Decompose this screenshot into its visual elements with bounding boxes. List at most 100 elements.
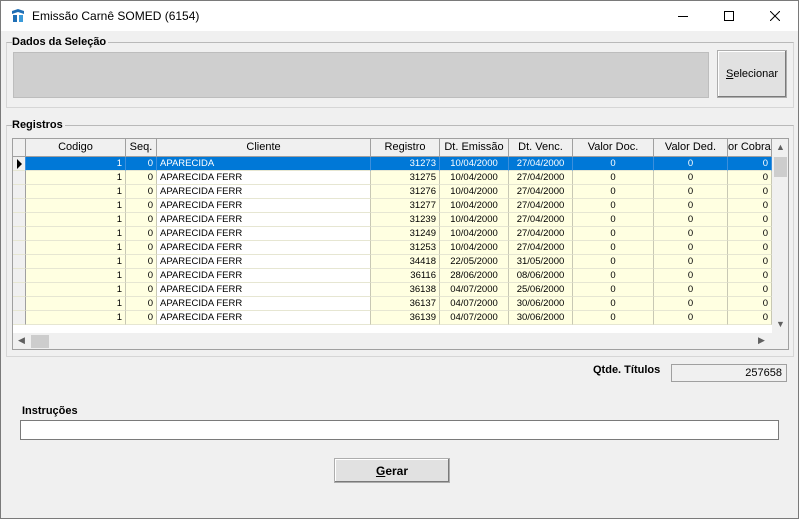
row-indicator[interactable] (13, 269, 26, 283)
gerar-button[interactable]: Gerar (334, 458, 450, 483)
title-bar[interactable]: Emissão Carnê SOMED (6154) (1, 1, 798, 31)
cell-valor-doc: 0 (573, 269, 654, 283)
cell-registro: 36116 (371, 269, 440, 283)
cell-dt-emissao: 10/04/2000 (440, 199, 509, 213)
window-title: Emissão Carnê SOMED (6154) (32, 9, 200, 23)
scroll-up-icon[interactable]: ▲ (776, 142, 785, 152)
cell-registro: 31273 (371, 157, 440, 171)
cell-valor-ded: 0 (654, 227, 728, 241)
table-row[interactable]: 1 0 APARECIDA FERR 36137 04/07/2000 30/06/200… (13, 297, 772, 311)
cell-valor-doc: 0 (573, 185, 654, 199)
vertical-scroll-thumb[interactable] (774, 157, 787, 177)
header-codigo[interactable]: Codigo (26, 139, 126, 157)
table-row[interactable]: 1 0 APARECIDA FERR 31275 10/04/2000 27/04/200… (13, 171, 772, 185)
cell-dt-venc: 27/04/2000 (509, 213, 573, 227)
header-dt-emissao[interactable]: Dt. Emissão (440, 139, 509, 157)
cell-valor-ded: 0 (654, 311, 728, 325)
header-registro[interactable]: Registro (371, 139, 440, 157)
main-window: Emissão Carnê SOMED (6154) Dados da Sele… (0, 0, 799, 519)
cell-cliente: APARECIDA FERR (157, 269, 371, 283)
scroll-left-icon[interactable]: ◀ (18, 335, 25, 346)
cell-valor-ded: 0 (654, 185, 728, 199)
instrucoes-input[interactable] (20, 420, 779, 440)
row-indicator[interactable] (13, 185, 26, 199)
cell-dt-venc: 27/04/2000 (509, 199, 573, 213)
minimize-button[interactable] (660, 1, 706, 31)
header-dt-venc[interactable]: Dt. Venc. (509, 139, 573, 157)
table-row[interactable]: 1 0 APARECIDA 31273 10/04/2000 27/04/2000 0 0 0 (13, 157, 772, 171)
row-indicator[interactable] (13, 255, 26, 269)
cell-cliente: APARECIDA FERR (157, 213, 371, 227)
row-indicator[interactable] (13, 227, 26, 241)
cell-cliente: APARECIDA FERR (157, 241, 371, 255)
horizontal-scrollbar[interactable]: ◀ ▶ (13, 333, 788, 349)
cell-valor-ded: 0 (654, 199, 728, 213)
cell-dt-venc: 30/06/2000 (509, 311, 573, 325)
cell-dt-venc: 27/04/2000 (509, 185, 573, 199)
grid-header: Codigo Seq. Cliente Registro Dt. Emissão… (13, 139, 772, 157)
cell-seq: 0 (126, 283, 157, 297)
cell-dt-venc: 25/06/2000 (509, 283, 573, 297)
records-grid[interactable]: Codigo Seq. Cliente Registro Dt. Emissão… (12, 138, 789, 350)
cell-seq: 0 (126, 297, 157, 311)
table-row[interactable]: 1 0 APARECIDA FERR 31253 10/04/2000 27/04/200… (13, 241, 772, 255)
header-valor-cobra[interactable]: or Cobra (728, 139, 772, 157)
vertical-scrollbar[interactable]: ▲ ▼ (772, 139, 788, 333)
cell-dt-venc: 27/04/2000 (509, 157, 573, 171)
header-indicator (13, 139, 26, 157)
cell-codigo: 1 (26, 269, 126, 283)
cell-dt-emissao: 10/04/2000 (440, 227, 509, 241)
table-row[interactable]: 1 0 APARECIDA FERR 36138 04/07/2000 25/06/200… (13, 283, 772, 297)
table-row[interactable]: 1 0 APARECIDA FERR 36139 04/07/2000 30/06/200… (13, 311, 772, 325)
app-logo-icon (12, 9, 24, 22)
cell-valor-cobra: 0 (728, 171, 772, 185)
cell-cliente: APARECIDA FERR (157, 255, 371, 269)
selecionar-button[interactable]: Selecionar (717, 50, 787, 98)
cell-valor-ded: 0 (654, 157, 728, 171)
maximize-button[interactable] (706, 1, 752, 31)
cell-dt-venc: 31/05/2000 (509, 255, 573, 269)
scroll-right-icon[interactable]: ▶ (758, 335, 765, 346)
cell-seq: 0 (126, 269, 157, 283)
row-indicator[interactable] (13, 171, 26, 185)
cell-dt-emissao: 10/04/2000 (440, 185, 509, 199)
maximize-icon (724, 11, 734, 21)
row-pointer-icon (17, 159, 22, 169)
row-indicator[interactable] (13, 311, 26, 325)
table-row[interactable]: 1 0 APARECIDA FERR 31249 10/04/2000 27/04/200… (13, 227, 772, 241)
horizontal-scroll-thumb[interactable] (31, 335, 49, 348)
cell-valor-cobra: 0 (728, 185, 772, 199)
cell-registro: 31249 (371, 227, 440, 241)
header-cliente[interactable]: Cliente (157, 139, 371, 157)
table-row[interactable]: 1 0 APARECIDA FERR 31277 10/04/2000 27/04/200… (13, 199, 772, 213)
row-indicator[interactable] (13, 283, 26, 297)
cell-cliente: APARECIDA FERR (157, 185, 371, 199)
cell-seq: 0 (126, 199, 157, 213)
cell-codigo: 1 (26, 199, 126, 213)
row-indicator[interactable] (13, 297, 26, 311)
row-indicator[interactable] (13, 199, 26, 213)
table-row[interactable]: 1 0 APARECIDA FERR 31239 10/04/2000 27/04/200… (13, 213, 772, 227)
minimize-icon (678, 16, 688, 17)
scroll-down-icon[interactable]: ▼ (776, 319, 785, 329)
header-seq[interactable]: Seq. (126, 139, 157, 157)
row-indicator[interactable] (13, 157, 26, 171)
close-button[interactable] (752, 1, 798, 31)
cell-dt-emissao: 10/04/2000 (440, 157, 509, 171)
grid-body: 1 0 APARECIDA 31273 10/04/2000 27/04/2000 0 0 0 1… (13, 157, 772, 325)
cell-dt-emissao: 10/04/2000 (440, 213, 509, 227)
cell-seq: 0 (126, 171, 157, 185)
cell-valor-cobra: 0 (728, 269, 772, 283)
header-valor-doc[interactable]: Valor Doc. (573, 139, 654, 157)
table-row[interactable]: 1 0 APARECIDA FERR 31276 10/04/2000 27/04/200… (13, 185, 772, 199)
row-indicator[interactable] (13, 213, 26, 227)
cell-dt-emissao: 10/04/2000 (440, 241, 509, 255)
cell-dt-emissao: 22/05/2000 (440, 255, 509, 269)
table-row[interactable]: 1 0 APARECIDA FERR 36116 28/06/2000 08/06/200… (13, 269, 772, 283)
cell-registro: 31276 (371, 185, 440, 199)
header-valor-ded[interactable]: Valor Ded. (654, 139, 728, 157)
selecionar-button-label: Selecionar (726, 68, 778, 80)
cell-valor-doc: 0 (573, 199, 654, 213)
row-indicator[interactable] (13, 241, 26, 255)
table-row[interactable]: 1 0 APARECIDA FERR 34418 22/05/2000 31/05/200… (13, 255, 772, 269)
